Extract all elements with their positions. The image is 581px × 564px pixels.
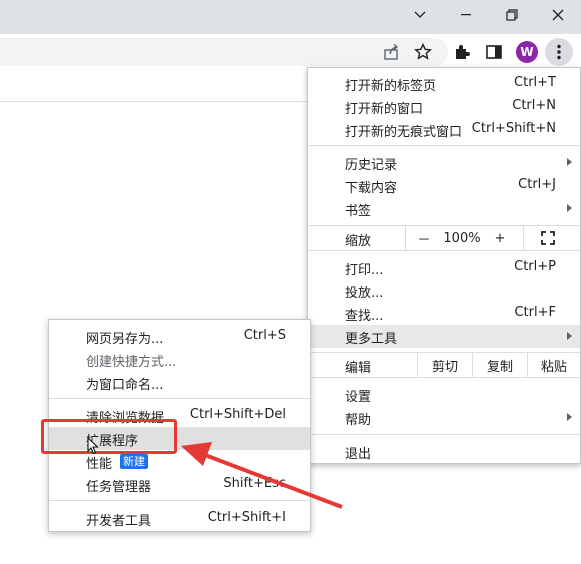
submenu-arrow-icon: [567, 332, 572, 340]
avatar-letter: W: [520, 45, 534, 59]
menu-item-cast[interactable]: 投放...: [308, 279, 580, 302]
submenu-item-label: 为窗口命名...: [86, 378, 164, 393]
submenu-item-shortcut: Shift+Esc: [223, 476, 286, 491]
menu-item-bookmarks[interactable]: 书签: [308, 197, 580, 220]
page-divider: [0, 101, 308, 102]
mouse-cursor-icon: [87, 436, 99, 459]
menu-item-find[interactable]: 查找... Ctrl+F: [308, 302, 580, 325]
menu-item-shortcut: Ctrl+P: [514, 259, 556, 274]
menu-item-label: 打开新的标签页: [345, 79, 437, 94]
menu-item-shortcut: Ctrl+Shift+N: [471, 121, 556, 136]
menu-item-downloads[interactable]: 下载内容 Ctrl+J: [308, 174, 580, 197]
zoom-in-button[interactable]: +: [488, 226, 512, 250]
restore-icon[interactable]: [489, 0, 535, 30]
menu-item-new-tab[interactable]: 打开新的标签页 Ctrl+T: [308, 72, 580, 95]
submenu-item-create-shortcut[interactable]: 创建快捷方式...: [49, 348, 310, 371]
menu-item-exit[interactable]: 退出: [308, 440, 580, 463]
menu-divider: [308, 434, 580, 435]
menu-item-help[interactable]: 帮助: [308, 406, 580, 429]
minimize-icon[interactable]: [443, 0, 489, 30]
paste-button[interactable]: 粘贴: [528, 353, 580, 377]
profile-avatar[interactable]: W: [516, 41, 538, 63]
copy-button[interactable]: 复制: [473, 353, 527, 377]
bookmark-star-icon[interactable]: [411, 40, 435, 64]
zoom-out-label: －: [417, 232, 431, 248]
zoom-label: 缩放: [345, 234, 372, 249]
submenu-item-label: 开发者工具: [86, 514, 152, 529]
zoom-row: 缩放 － 100% +: [308, 226, 580, 250]
menu-divider: [308, 250, 580, 251]
submenu-divider: [49, 398, 310, 399]
cut-button[interactable]: 剪切: [418, 353, 472, 377]
zoom-out-button[interactable]: －: [412, 226, 436, 250]
edit-label: 编辑: [345, 361, 372, 376]
menu-item-settings[interactable]: 设置: [308, 383, 580, 406]
menu-item-label: 投放...: [345, 286, 384, 301]
submenu-item-shortcut: Ctrl+S: [243, 328, 286, 343]
menu-item-label: 历史记录: [345, 158, 398, 173]
chevron-down-icon[interactable]: [397, 0, 443, 30]
browser-toolbar: W: [0, 34, 581, 70]
menu-divider: [308, 377, 580, 378]
title-bar: [0, 0, 581, 34]
menu-item-label: 书签: [345, 204, 372, 219]
submenu-item-save-page[interactable]: 网页另存为... Ctrl+S: [49, 325, 310, 348]
menu-item-label: 设置: [345, 390, 372, 405]
paste-label: 粘贴: [540, 359, 567, 375]
submenu-arrow-icon: [567, 413, 572, 421]
menu-divider: [308, 145, 580, 146]
zoom-divider: [405, 226, 406, 250]
share-icon[interactable]: [380, 40, 404, 64]
menu-item-shortcut: Ctrl+N: [512, 98, 556, 113]
submenu-item-shortcut: Ctrl+Shift+Del: [189, 407, 286, 422]
menu-item-label: 打印...: [345, 263, 384, 278]
edit-row: 编辑 剪切 复制 粘贴: [308, 353, 580, 377]
submenu-item-shortcut: Ctrl+Shift+I: [207, 510, 286, 525]
close-icon[interactable]: [535, 0, 581, 30]
menu-item-shortcut: Ctrl+J: [518, 177, 556, 192]
submenu-item-label: 网页另存为...: [86, 332, 164, 347]
menu-item-history[interactable]: 历史记录: [308, 151, 580, 174]
copy-label: 复制: [486, 359, 513, 375]
menu-item-label: 查找...: [345, 309, 384, 324]
submenu-item-task-manager[interactable]: 任务管理器 Shift+Esc: [49, 473, 310, 496]
submenu-arrow-icon: [567, 204, 572, 212]
highlight-box: [41, 419, 177, 454]
menu-item-label: 打开新的无痕式窗口: [345, 125, 463, 140]
menu-item-label: 下载内容: [345, 181, 398, 196]
menu-item-label: 打开新的窗口: [345, 102, 424, 117]
menu-item-label: 退出: [345, 447, 372, 462]
menu-item-label: 更多工具: [345, 332, 398, 347]
side-panel-icon[interactable]: [482, 40, 506, 64]
zoom-level: 100%: [438, 226, 486, 250]
chrome-main-menu: 打开新的标签页 Ctrl+T 打开新的窗口 Ctrl+N 打开新的无痕式窗口 C…: [307, 67, 581, 464]
zoom-value: 100%: [443, 230, 481, 246]
submenu-divider: [49, 500, 310, 501]
new-badge: 新建: [120, 454, 148, 469]
menu-item-label: 帮助: [345, 413, 372, 428]
zoom-in-label: +: [494, 230, 506, 246]
fullscreen-icon[interactable]: [536, 226, 560, 250]
cut-label: 剪切: [431, 359, 458, 375]
submenu-arrow-icon: [567, 158, 572, 166]
menu-item-shortcut: Ctrl+T: [514, 75, 556, 90]
zoom-divider: [523, 226, 524, 250]
menu-item-new-window[interactable]: 打开新的窗口 Ctrl+N: [308, 95, 580, 118]
submenu-item-label: 创建快捷方式...: [86, 355, 177, 370]
menu-item-incognito[interactable]: 打开新的无痕式窗口 Ctrl+Shift+N: [308, 118, 580, 141]
menu-item-print[interactable]: 打印... Ctrl+P: [308, 256, 580, 279]
submenu-item-devtools[interactable]: 开发者工具 Ctrl+Shift+I: [49, 507, 310, 530]
submenu-item-name-window[interactable]: 为窗口命名...: [49, 371, 310, 394]
menu-item-more-tools[interactable]: 更多工具: [308, 325, 580, 348]
menu-item-shortcut: Ctrl+F: [514, 305, 556, 320]
extensions-puzzle-icon[interactable]: [450, 40, 474, 64]
submenu-item-label: 任务管理器: [86, 480, 152, 495]
more-options-icon[interactable]: [545, 38, 573, 66]
